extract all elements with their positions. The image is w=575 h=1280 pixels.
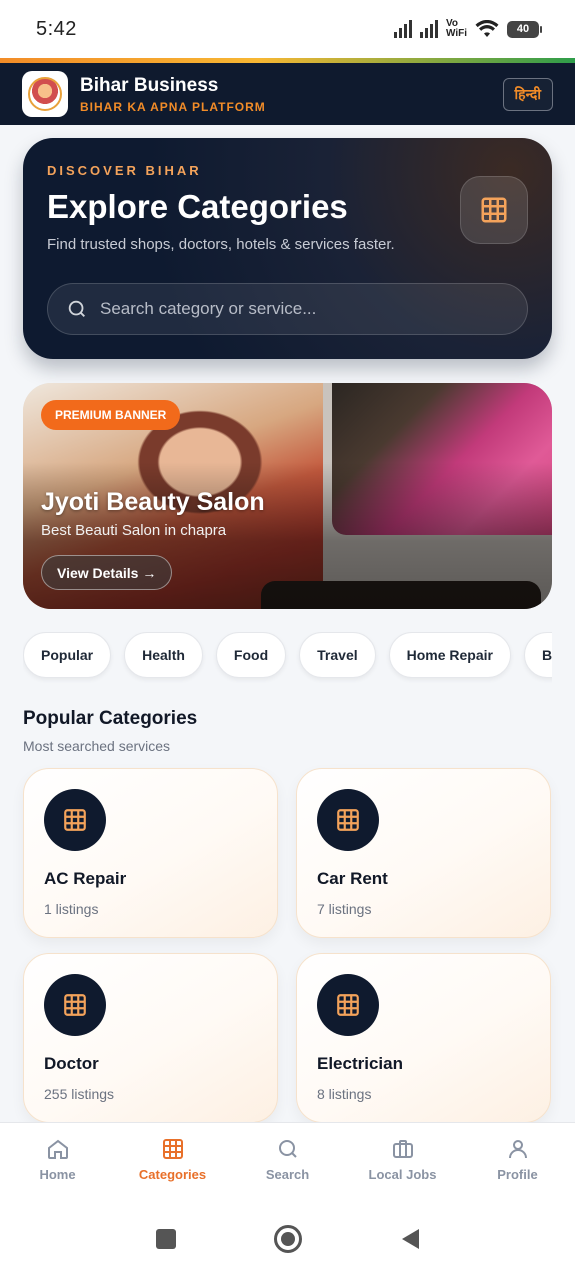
vowifi-indicator: Vo WiFi	[446, 19, 467, 39]
logo-emblem-icon	[28, 77, 62, 111]
nav-search[interactable]: Search	[230, 1123, 345, 1198]
listing-count: 8 listings	[317, 1086, 372, 1102]
vowifi-bottom: WiFi	[445, 28, 467, 39]
listing-count: 1 listings	[44, 901, 99, 917]
category-name: Electrician	[317, 1054, 403, 1073]
banner-subtitle: Best Beauti Salon in chapra	[41, 522, 227, 539]
app-name: Bihar Business	[80, 74, 219, 96]
category-card-doctor[interactable]: Doctor 255 listings	[23, 953, 278, 1123]
recents-icon[interactable]	[155, 1228, 177, 1250]
battery-icon: 40	[507, 20, 542, 38]
chip-home-repair[interactable]: Home Repair	[388, 632, 511, 678]
status-time: 5:42	[36, 17, 77, 40]
listing-count: 255 listings	[44, 1086, 115, 1102]
banner-title: Jyoti Beauty Salon	[41, 488, 265, 516]
nav-categories-label: Categories	[138, 1167, 207, 1182]
category-search-bar[interactable]	[47, 283, 528, 335]
brand-block: Bihar Business BIHAR KA APNA PLATFORM	[80, 75, 266, 114]
category-card-electrician[interactable]: Electrician 8 listings	[296, 953, 551, 1123]
user-icon	[508, 1140, 527, 1159]
nav-local-jobs-label: Local Jobs	[368, 1167, 437, 1182]
search-icon	[278, 1140, 297, 1158]
chip-travel[interactable]: Travel	[299, 632, 376, 678]
chip-food[interactable]: Food	[215, 632, 287, 678]
signal-icon	[393, 20, 412, 38]
chip-popular[interactable]: Popular	[23, 632, 112, 678]
section-subtitle: Most searched services	[23, 738, 171, 754]
hero-title: Explore Categories	[47, 188, 348, 225]
view-details-button[interactable]: View Details →	[41, 555, 173, 590]
app-logo[interactable]	[22, 71, 68, 117]
system-nav-bar	[0, 1198, 575, 1280]
nav-home[interactable]: Home	[0, 1123, 115, 1198]
category-chip-row: Popular Health Food Travel Home Repair B…	[23, 632, 552, 684]
status-icons: Vo WiFi 40	[393, 19, 542, 39]
premium-banner[interactable]: PREMIUM BANNER Jyoti Beauty Salon Best B…	[23, 383, 552, 609]
app-header: Bihar Business BIHAR KA APNA PLATFORM हि…	[0, 63, 575, 125]
home-icon	[47, 1139, 68, 1159]
bottom-nav: Home Categories Search Local Jobs Profil…	[0, 1122, 575, 1198]
grid-icon	[317, 974, 379, 1036]
section-title: Popular Categories	[23, 708, 198, 729]
back-icon[interactable]	[399, 1227, 421, 1251]
category-name: Car Rent	[317, 869, 388, 888]
grid-icon	[317, 789, 379, 851]
grid-icon	[44, 974, 106, 1036]
category-name: AC Repair	[44, 869, 127, 888]
app-tagline: BIHAR KA APNA PLATFORM	[80, 99, 266, 114]
language-toggle-button[interactable]: हिन्दी	[502, 77, 553, 111]
status-bar: 5:42 Vo WiFi 40	[0, 0, 575, 58]
wifi-icon	[475, 20, 499, 37]
nav-profile-label: Profile	[497, 1167, 538, 1182]
listing-count: 7 listings	[317, 901, 372, 917]
hero-grid-icon	[460, 176, 528, 244]
hero-subtitle: Find trusted shops, doctors, hotels & se…	[47, 236, 395, 253]
chip-health[interactable]: Health	[124, 632, 203, 678]
home-circle-icon[interactable]	[273, 1224, 303, 1254]
signal-icon-2	[419, 20, 438, 38]
search-icon	[68, 300, 85, 317]
category-name: Doctor	[44, 1054, 99, 1073]
premium-badge: PREMIUM BANNER	[41, 400, 181, 430]
hero-eyebrow: DISCOVER BIHAR	[47, 163, 202, 178]
category-card-ac-repair[interactable]: AC Repair 1 listings	[23, 768, 278, 938]
grid-icon	[44, 789, 106, 851]
grid-icon	[162, 1139, 183, 1159]
nav-home-label: Home	[39, 1167, 76, 1182]
category-card-car-rent[interactable]: Car Rent 7 listings	[296, 768, 551, 938]
nav-local-jobs[interactable]: Local Jobs	[345, 1123, 460, 1198]
explore-hero-card: DISCOVER BIHAR Explore Categories Find t…	[23, 138, 552, 359]
category-search-input[interactable]	[100, 299, 509, 319]
chip-beauty[interactable]: Beau	[523, 632, 552, 678]
nav-profile[interactable]: Profile	[460, 1123, 575, 1198]
briefcase-icon	[392, 1140, 413, 1158]
nav-search-label: Search	[265, 1167, 310, 1182]
nav-categories[interactable]: Categories	[115, 1123, 230, 1198]
